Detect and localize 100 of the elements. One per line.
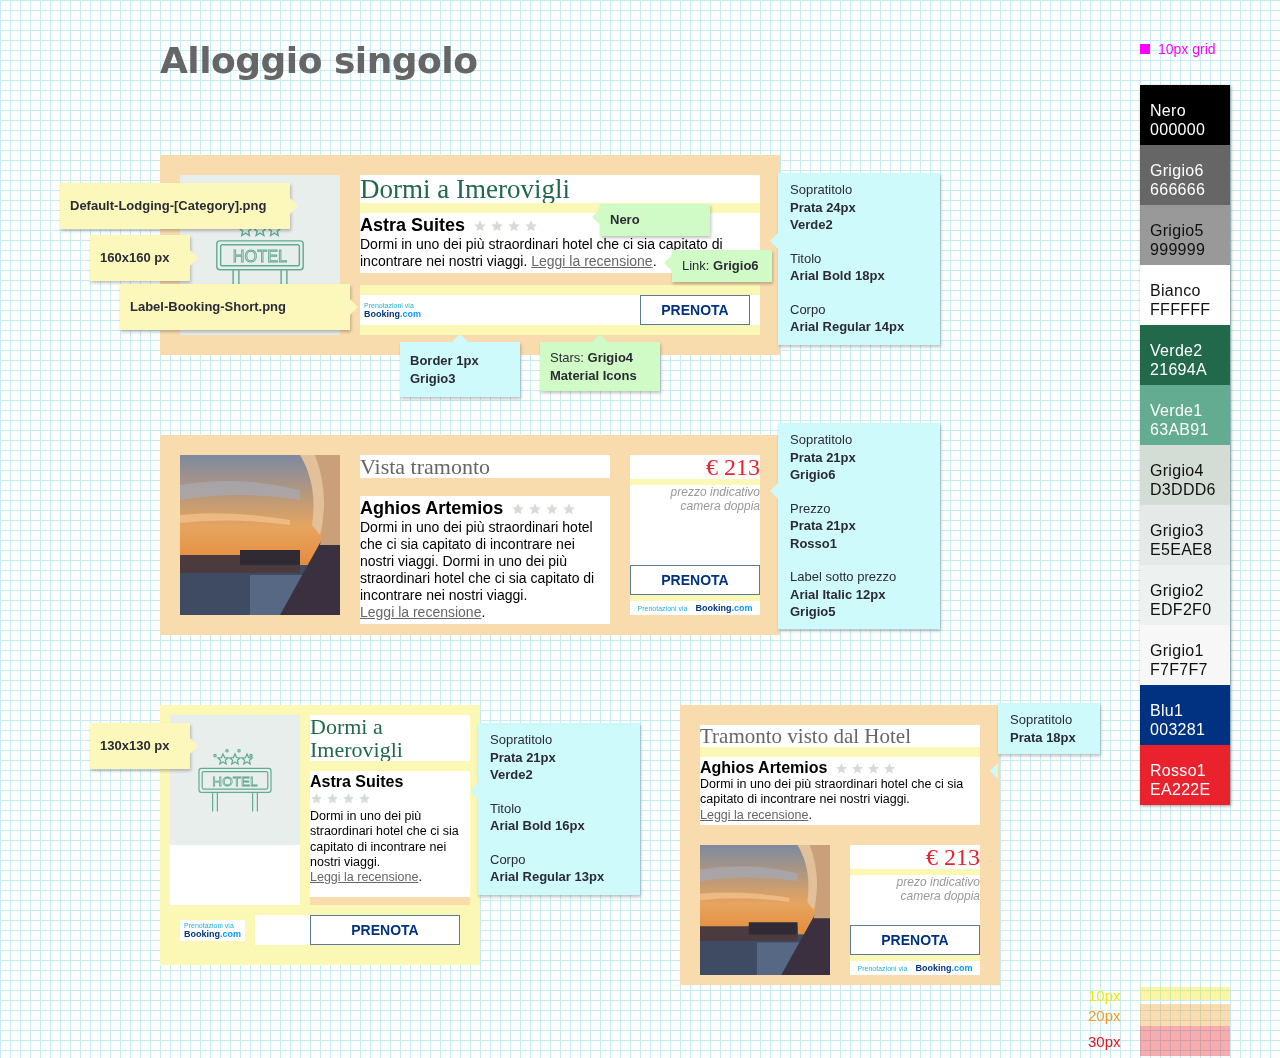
color-hex: D3DDD6 xyxy=(1150,480,1217,499)
spec-label: Sopratitolo xyxy=(1010,711,1074,729)
spec-value: Prata 24px xyxy=(790,198,857,217)
spec-label: Label sotto prezzo xyxy=(790,568,898,586)
note-text: Border 1px xyxy=(410,352,480,370)
color-name: Bianco xyxy=(1150,281,1202,300)
color-name: Grigio3 xyxy=(1150,521,1205,540)
spec-label: Sopratitolo xyxy=(490,731,554,749)
star-icon xyxy=(867,761,881,775)
booking-wordmark: Booking.com xyxy=(915,962,973,973)
spec-value: Prata 18px xyxy=(1010,728,1077,747)
star-icon xyxy=(511,501,526,516)
price: € 213 xyxy=(925,844,980,869)
star-icon xyxy=(342,792,355,806)
star-icon xyxy=(851,761,865,775)
book-button[interactable]: PRENOTA xyxy=(640,295,750,325)
hotel-name: Aghios Artemios xyxy=(700,759,828,778)
spec-value: Verde2 xyxy=(490,766,534,784)
star-icon xyxy=(326,792,339,806)
note-text: Nero xyxy=(610,211,641,229)
color-hex: EA222E xyxy=(1150,780,1212,799)
color-name: Grigio6 xyxy=(1150,161,1205,180)
color-name: Rosso1 xyxy=(1150,761,1208,780)
book-button[interactable]: PRENOTA xyxy=(850,924,980,955)
spec-value: Rosso1 xyxy=(790,534,838,553)
spec-label: Prezzo xyxy=(790,499,832,518)
note-text: 130x130 px xyxy=(100,737,171,755)
spec-value: Arial Italic 12px xyxy=(790,585,887,604)
spec-value: Arial Bold 18px xyxy=(790,267,886,285)
color-name: Verde1 xyxy=(1150,401,1204,420)
booking-wordmark: Booking.com xyxy=(695,603,753,613)
color-name: Grigio2 xyxy=(1150,581,1205,600)
margin-label: 10px xyxy=(1088,987,1122,1004)
color-name: Grigio1 xyxy=(1150,641,1205,660)
page-title: Alloggio singolo xyxy=(160,40,478,81)
margin-label: 30px xyxy=(1088,1032,1122,1050)
book-button[interactable]: PRENOTA xyxy=(630,565,760,595)
color-name: Grigio5 xyxy=(1150,221,1205,240)
spec-value: Prata 21px xyxy=(490,748,557,767)
spec-value: Verde2 xyxy=(790,216,834,234)
booking-wordmark: Booking.com xyxy=(364,308,421,319)
price-note: prezo indicativo camera doppia xyxy=(895,874,980,904)
spec-label: Titolo xyxy=(490,799,523,818)
star-icon xyxy=(545,501,560,516)
star-icon xyxy=(358,792,371,806)
note-text: Link: Grigio6 xyxy=(682,257,760,275)
margin-label: 20px xyxy=(1088,1006,1122,1024)
color-hex: E5EAE8 xyxy=(1150,540,1214,559)
spec-label: Sopratitolo xyxy=(790,181,854,199)
color-hex: 999999 xyxy=(1150,240,1207,259)
review-link[interactable]: Leggi la recensione xyxy=(531,253,653,270)
note-text: Grigio3 xyxy=(410,369,457,388)
hotel-name: Astra Suites xyxy=(360,215,466,237)
color-name: Blu1 xyxy=(1150,701,1185,720)
color-name: Nero xyxy=(1150,101,1187,120)
spec-value: Arial Regular 14px xyxy=(790,318,906,336)
note-text: 160x160 px xyxy=(100,249,171,267)
star-icon xyxy=(883,761,897,775)
description-text: Dormi in uno dei più straordinari hotel che ci sia capitato di incontrare nei nostri viaggi. Leggi la recensione. xyxy=(310,809,460,886)
color-hex: 21694A xyxy=(1150,360,1208,379)
color-hex: EDF2F0 xyxy=(1150,600,1213,619)
spec-label: Corpo xyxy=(790,300,827,319)
card-subtitle: Vista tramonto xyxy=(360,455,492,479)
star-icon xyxy=(528,501,543,516)
color-hex: 003281 xyxy=(1150,720,1207,739)
spec-label: Sopratitolo xyxy=(790,431,854,449)
star-icon xyxy=(473,218,488,233)
spec-label: Titolo xyxy=(790,249,823,268)
color-hex: 000000 xyxy=(1150,120,1207,139)
note-text: Default-Lodging-[Category].png xyxy=(70,197,268,215)
color-hex: 666666 xyxy=(1150,180,1207,199)
star-icon xyxy=(835,761,849,775)
star-icon xyxy=(490,218,505,233)
note-text: Material Icons xyxy=(550,366,638,385)
star-icon xyxy=(562,501,577,516)
color-name: Grigio4 xyxy=(1150,461,1205,480)
color-hex: 63AB91 xyxy=(1150,420,1210,439)
spec-value: Arial Regular 13px xyxy=(490,868,606,886)
color-hex: F7F7F7 xyxy=(1150,660,1209,679)
spec-value: Arial Bold 16px xyxy=(490,817,586,835)
grid-label: 10px grid xyxy=(1158,41,1216,57)
spec-value: Prata 21px xyxy=(790,448,857,467)
booking-wordmark: Booking.com xyxy=(184,928,241,939)
book-button[interactable]: PRENOTA xyxy=(310,915,460,945)
grid-square-icon xyxy=(1140,44,1150,54)
color-name: Verde2 xyxy=(1150,341,1204,360)
note-text: Stars: Grigio4 xyxy=(550,349,635,367)
card-subtitle: Dormi a Imerovigli xyxy=(310,715,404,762)
card-subtitle: Dormi a Imerovigli xyxy=(360,175,571,204)
spec-value: Grigio6 xyxy=(790,466,837,484)
note-text: Label-Booking-Short.png xyxy=(130,298,287,316)
price: € 213 xyxy=(705,455,760,479)
star-icon xyxy=(507,218,522,233)
hotel-name: Aghios Artemios xyxy=(360,498,504,520)
hotel-name: Astra Suites xyxy=(310,773,404,791)
description-text: Dormi in uno dei più straordinari hotel che ci sia capitato di incontrare nei nostri viaggi. Leggi la recensione. xyxy=(700,777,965,823)
price-note: prezzo indicativo camera doppia xyxy=(669,485,760,514)
star-icon xyxy=(310,792,323,806)
star-icon xyxy=(524,218,539,233)
card-subtitle: Tramonto visto dal Hotel xyxy=(700,725,912,748)
